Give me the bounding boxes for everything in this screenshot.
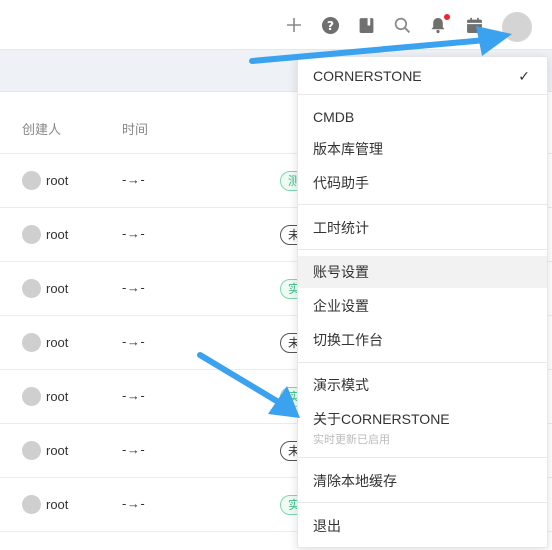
- time-range: -→-: [122, 496, 146, 511]
- menu-item-label: 账号设置: [313, 264, 369, 280]
- notification-dot: [444, 14, 450, 20]
- menu-item-label: 退出: [313, 518, 341, 534]
- time-range: -→-: [122, 334, 146, 349]
- book-icon[interactable]: [356, 15, 376, 35]
- top-navigation-bar: ?: [0, 0, 552, 50]
- creator-name: root: [46, 281, 69, 296]
- creator-avatar: [22, 333, 41, 352]
- menu-item-label: 版本库管理: [313, 141, 383, 157]
- menu-divider: [298, 362, 547, 363]
- menu-item-logout[interactable]: 退出: [298, 510, 547, 542]
- creator-avatar: [22, 171, 41, 190]
- column-header-time[interactable]: 时间: [122, 119, 148, 138]
- time-range: -→-: [122, 280, 146, 295]
- menu-item-label: 切换工作台: [313, 332, 383, 348]
- menu-item-code-assistant[interactable]: 代码助手: [298, 167, 547, 199]
- menu-item-demo-mode[interactable]: 演示模式: [298, 369, 547, 401]
- menu-item-label: 演示模式: [313, 377, 369, 393]
- time-range: -→-: [122, 226, 146, 241]
- creator-name: root: [46, 443, 69, 458]
- time-range: -→-: [122, 172, 146, 187]
- user-dropdown-menu: CORNERSTONE ✓ CMDB 版本库管理 代码助手 工时统计 账号设置 …: [297, 56, 548, 548]
- time-range: -→-: [122, 442, 146, 457]
- creator-name: root: [46, 173, 69, 188]
- menu-divider: [298, 502, 547, 503]
- menu-item-cmdb[interactable]: CMDB: [298, 101, 547, 133]
- plus-icon[interactable]: [284, 15, 304, 35]
- menu-divider: [298, 94, 547, 95]
- menu-divider: [298, 204, 547, 205]
- menu-item-label: CMDB: [313, 109, 355, 125]
- menu-item-work-hours[interactable]: 工时统计: [298, 212, 547, 244]
- menu-item-enterprise-settings[interactable]: 企业设置: [298, 290, 547, 322]
- user-avatar-button[interactable]: [502, 12, 532, 42]
- bell-icon[interactable]: [428, 14, 450, 35]
- creator-name: root: [46, 227, 69, 242]
- menu-divider: [298, 457, 547, 458]
- menu-item-clear-cache[interactable]: 清除本地缓存: [298, 465, 547, 497]
- creator-avatar: [22, 495, 41, 514]
- creator-avatar: [22, 441, 41, 460]
- menu-item-workspace-cornerstone[interactable]: CORNERSTONE ✓: [298, 60, 547, 92]
- column-header-creator[interactable]: 创建人: [22, 119, 61, 138]
- check-icon: ✓: [518, 68, 530, 84]
- creator-name: root: [46, 389, 69, 404]
- menu-divider: [298, 249, 547, 250]
- creator-avatar: [22, 387, 41, 406]
- menu-item-label: CORNERSTONE: [313, 68, 422, 84]
- creator-avatar: [22, 279, 41, 298]
- menu-item-label: 关于CORNERSTONE: [313, 411, 450, 427]
- help-icon[interactable]: ?: [320, 15, 340, 35]
- search-icon[interactable]: [392, 15, 412, 35]
- menu-item-repo-management[interactable]: 版本库管理: [298, 133, 547, 165]
- menu-item-label: 工时统计: [313, 220, 369, 236]
- creator-avatar: [22, 225, 41, 244]
- time-range: -→-: [122, 388, 146, 403]
- menu-item-switch-workbench[interactable]: 切换工作台: [298, 324, 547, 356]
- creator-name: root: [46, 497, 69, 512]
- menu-item-account-settings[interactable]: 账号设置: [298, 256, 547, 288]
- calendar-icon[interactable]: [464, 15, 484, 35]
- menu-item-label: 企业设置: [313, 298, 369, 314]
- menu-item-label: 代码助手: [313, 175, 369, 191]
- creator-name: root: [46, 335, 69, 350]
- about-realtime-status: 实时更新已启用: [313, 434, 390, 446]
- menu-item-label: 清除本地缓存: [313, 473, 397, 489]
- svg-text:?: ?: [326, 18, 333, 32]
